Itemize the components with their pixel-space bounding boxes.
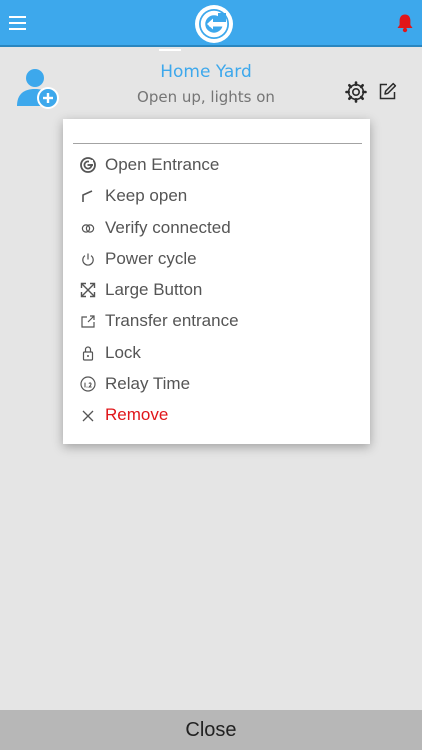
relay-time-icon bbox=[80, 376, 96, 392]
bell-icon[interactable] bbox=[395, 13, 415, 33]
menu-item-keep-open[interactable]: Keep open bbox=[63, 181, 370, 211]
open-entrance-icon bbox=[80, 157, 96, 173]
edit-icon[interactable] bbox=[378, 82, 397, 101]
menu-item-label: Verify connected bbox=[105, 218, 231, 237]
menu-item-label: Relay Time bbox=[105, 374, 191, 393]
menu-item-label: Keep open bbox=[105, 186, 188, 205]
context-menu: Open Entrance Keep open Verify connected… bbox=[63, 119, 370, 444]
gate-logo-icon bbox=[195, 5, 233, 43]
power-icon bbox=[82, 253, 94, 266]
close-icon bbox=[82, 410, 94, 422]
transfer-icon bbox=[81, 315, 95, 328]
menu-item-label: Open Entrance bbox=[105, 155, 220, 174]
menu-item-lock[interactable]: Lock bbox=[63, 338, 370, 368]
menu-item-label: Remove bbox=[105, 405, 169, 424]
menu-item-label: Large Button bbox=[105, 280, 203, 299]
keep-open-icon bbox=[82, 190, 93, 202]
menu-item-label: Transfer entrance bbox=[105, 311, 239, 330]
lock-icon bbox=[82, 346, 94, 361]
menu-item-label: Lock bbox=[105, 343, 141, 362]
gate-description: Open up, lights on bbox=[137, 88, 275, 106]
menu-item-remove[interactable]: Remove bbox=[63, 400, 370, 430]
close-button[interactable]: Close bbox=[0, 710, 422, 750]
menu-divider bbox=[73, 143, 362, 144]
link-icon bbox=[81, 224, 95, 233]
menu-item-relay-time[interactable]: Relay Time bbox=[63, 369, 370, 399]
tab-indicator bbox=[159, 49, 181, 51]
hamburger-icon[interactable] bbox=[9, 16, 26, 30]
menu-item-verify-connected[interactable]: Verify connected bbox=[63, 213, 370, 243]
menu-item-label: Power cycle bbox=[105, 249, 197, 268]
expand-icon bbox=[80, 282, 96, 298]
menu-item-transfer-entrance[interactable]: Transfer entrance bbox=[63, 306, 370, 336]
gear-icon[interactable] bbox=[345, 81, 367, 103]
menu-item-large-button[interactable]: Large Button bbox=[63, 275, 370, 305]
menu-item-power-cycle[interactable]: Power cycle bbox=[63, 244, 370, 274]
add-user-icon[interactable] bbox=[15, 66, 61, 110]
gate-name: Home Yard bbox=[160, 62, 252, 82]
top-app-bar bbox=[0, 0, 422, 47]
menu-item-open-entrance[interactable]: Open Entrance bbox=[63, 150, 370, 180]
